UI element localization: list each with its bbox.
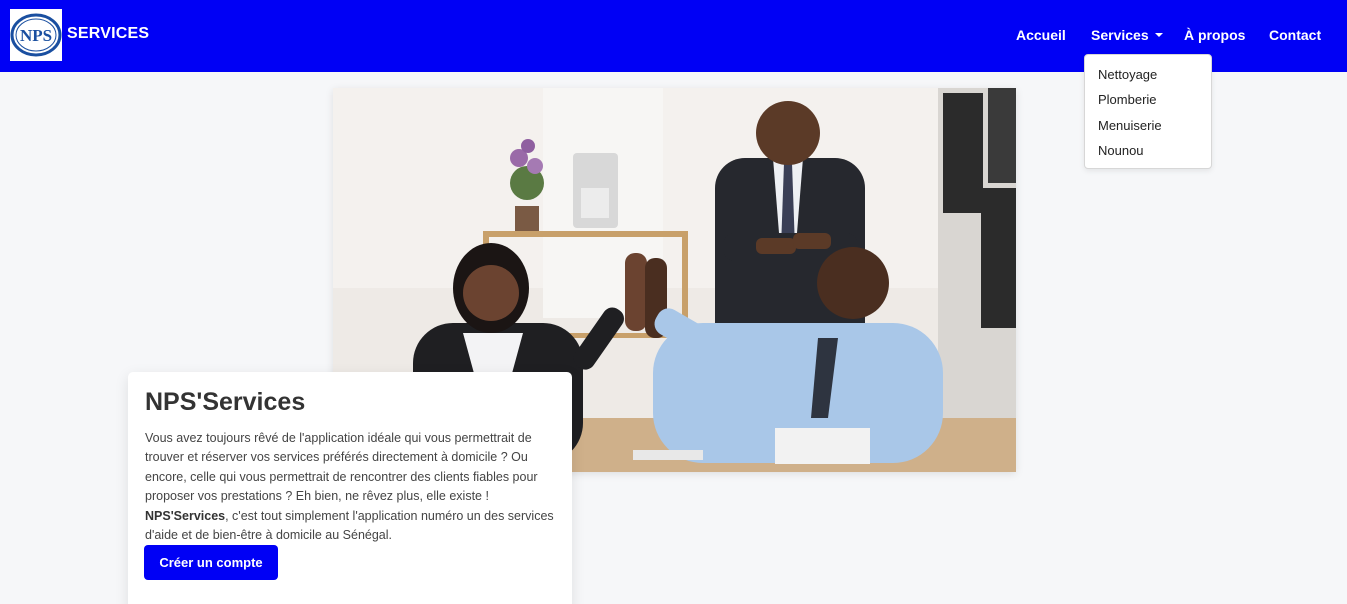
services-dropdown-menu: Nettoyage Plomberie Menuiserie Nounou — [1084, 54, 1212, 169]
intro-card: NPS'Services Vous avez toujours rêvé de … — [128, 372, 572, 604]
nav-about[interactable]: À propos — [1184, 27, 1245, 43]
nav-contact[interactable]: Contact — [1269, 27, 1321, 43]
card-description: Vous avez toujours rêvé de l'application… — [145, 429, 555, 545]
dropdown-item-nounou[interactable]: Nounou — [1098, 143, 1144, 158]
brand-name: SERVICES — [67, 25, 150, 42]
nav-services-dropdown-toggle[interactable]: Services — [1091, 27, 1163, 43]
brand-link[interactable]: NPS SERVICES — [10, 9, 149, 61]
nav-home[interactable]: Accueil — [1016, 27, 1066, 43]
dropdown-item-menuiserie[interactable]: Menuiserie — [1098, 118, 1162, 133]
nps-logo-icon: NPS — [10, 13, 62, 57]
create-account-button[interactable]: Créer un compte — [144, 545, 278, 580]
dropdown-item-plomberie[interactable]: Plomberie — [1098, 92, 1157, 107]
dropdown-item-nettoyage[interactable]: Nettoyage — [1098, 67, 1157, 82]
caret-down-icon — [1154, 33, 1163, 38]
card-title: NPS'Services — [145, 388, 306, 416]
card-text-intro: Vous avez toujours rêvé de l'application… — [145, 431, 538, 504]
card-text-strong: NPS'Services — [145, 508, 226, 523]
nps-logo: NPS — [10, 9, 62, 61]
nav-services-label: Services — [1091, 27, 1149, 43]
svg-text:NPS: NPS — [20, 26, 52, 45]
